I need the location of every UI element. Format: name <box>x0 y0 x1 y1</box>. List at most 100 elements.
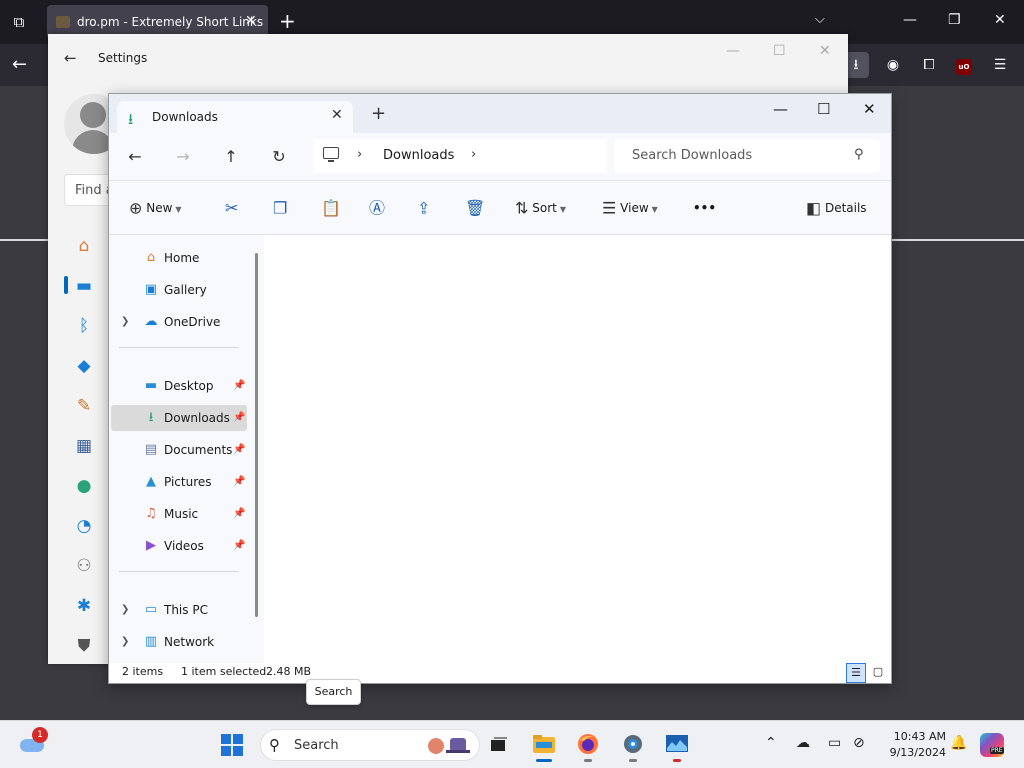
up-arrow-icon[interactable]: ↑ <box>220 146 242 168</box>
chevron-right-icon[interactable]: ❯ <box>121 629 129 655</box>
ublock-icon[interactable]: uO <box>951 52 977 78</box>
address-bar[interactable]: › Downloads › <box>313 139 607 173</box>
back-arrow-icon[interactable]: ← <box>12 54 27 75</box>
rename-button[interactable]: Ⓐ <box>369 197 385 219</box>
pin-icon[interactable]: 📌 <box>233 501 245 527</box>
delete-button[interactable]: 🗑 <box>465 197 485 219</box>
minimize-button[interactable]: — <box>903 12 917 28</box>
new-tab-button[interactable]: + <box>371 105 386 123</box>
sidebar-item-gallery[interactable]: ▣ Gallery <box>111 277 247 303</box>
paste-button[interactable]: 📋 <box>321 197 341 219</box>
refresh-icon[interactable]: ↻ <box>268 146 290 168</box>
sidebar-item-documents[interactable]: ▤ Documents 📌 <box>111 437 247 463</box>
bell-icon[interactable]: 🔔 <box>950 735 967 751</box>
apps-icon[interactable]: ▦ <box>74 436 94 456</box>
close-tab-icon[interactable]: ✕ <box>245 13 257 29</box>
personalization-icon[interactable]: ✎ <box>74 396 94 416</box>
breadcrumb-chevron-icon[interactable]: › <box>471 147 476 162</box>
task-view-icon[interactable] <box>486 731 512 757</box>
chevron-up-icon[interactable]: ⌃ <box>765 735 777 751</box>
sidebar-item-desktop[interactable]: ▬ Desktop 📌 <box>111 373 247 399</box>
start-button[interactable] <box>221 734 243 756</box>
this-pc-icon: ▭ <box>144 602 158 617</box>
firefox-icon[interactable] <box>575 731 601 762</box>
monitor-app-icon[interactable] <box>664 731 690 762</box>
file-list-area[interactable] <box>264 235 891 663</box>
new-tab-button[interactable]: + <box>279 10 296 32</box>
pin-icon[interactable]: 📌 <box>233 373 245 399</box>
taskbar-search-box[interactable]: ⚲ Search <box>260 729 480 761</box>
extensions-icon[interactable]: ⧠ <box>916 52 942 78</box>
time-language-icon[interactable]: ◔ <box>74 516 94 536</box>
forward-arrow-icon[interactable]: → <box>172 146 194 168</box>
sort-icon: ⇅ <box>515 198 529 218</box>
bluetooth-icon[interactable]: ᛒ <box>74 316 94 336</box>
new-button[interactable]: ⊕ New ▼ <box>129 197 182 219</box>
sidebar-item-music[interactable]: ♫ Music 📌 <box>111 501 247 527</box>
more-options-button[interactable]: ••• <box>693 197 716 219</box>
chevron-right-icon[interactable]: ❯ <box>121 597 129 623</box>
cut-button[interactable]: ✂ <box>225 197 238 219</box>
accounts-icon[interactable]: ● <box>74 476 94 496</box>
back-arrow-icon[interactable]: ← <box>124 146 146 168</box>
chevron-right-icon[interactable]: ❯ <box>121 309 129 335</box>
menu-icon[interactable]: ☰ <box>987 52 1013 78</box>
chevron-down-icon[interactable]: ⌵ <box>815 12 825 27</box>
minimize-button[interactable]: — <box>726 43 740 59</box>
copilot-icon[interactable]: PRE <box>980 733 1004 757</box>
copy-button[interactable]: ❐ <box>273 197 287 219</box>
sidebar-item-home[interactable]: ⌂ Home <box>111 245 247 271</box>
gaming-icon[interactable]: ⚇ <box>74 556 94 576</box>
sort-button-label: Sort <box>532 201 557 215</box>
minimize-button[interactable]: — <box>773 100 788 118</box>
view-icon: ☰ <box>602 198 617 218</box>
settings-gear-icon[interactable] <box>620 731 646 762</box>
close-window-button[interactable]: ✕ <box>994 12 1006 28</box>
share-button[interactable]: ⇪ <box>417 197 430 219</box>
sidebar-item-pictures[interactable]: ▲ Pictures 📌 <box>111 469 247 495</box>
accessibility-icon[interactable]: ✱ <box>74 596 94 616</box>
view-button[interactable]: ☰ View ▼ <box>602 197 658 219</box>
network-status-icon[interactable]: ⊘ <box>853 735 865 751</box>
pin-icon[interactable]: 📌 <box>233 469 245 495</box>
breadcrumb-chevron-icon[interactable]: › <box>357 147 362 162</box>
sidebar-item-videos[interactable]: ▶ Videos 📌 <box>111 533 247 559</box>
close-tab-icon[interactable]: ✕ <box>331 107 343 123</box>
breadcrumb[interactable]: Downloads <box>383 148 454 163</box>
details-view-icon[interactable]: ☰ <box>846 663 866 683</box>
pin-icon[interactable]: 📌 <box>233 405 245 431</box>
tab-list-icon[interactable]: ⧉ <box>8 11 30 33</box>
privacy-icon[interactable]: ⛊ <box>74 636 94 656</box>
search-placeholder: Search Downloads <box>632 148 753 163</box>
weather-widget[interactable]: 1 <box>18 727 48 753</box>
close-window-button[interactable]: ✕ <box>863 100 876 118</box>
sort-button[interactable]: ⇅ Sort ▼ <box>515 197 566 219</box>
network-icon[interactable]: ◆ <box>74 356 94 376</box>
account-icon[interactable]: ◉ <box>880 52 906 78</box>
details-button[interactable]: ◧ Details <box>806 197 867 219</box>
maximize-button[interactable]: ☐ <box>817 100 830 118</box>
maximize-button[interactable]: ☐ <box>773 43 786 59</box>
close-window-button[interactable]: ✕ <box>819 43 831 59</box>
new-button-label: New <box>146 201 173 215</box>
clock[interactable]: 10:43 AM 9/13/2024 <box>880 729 946 761</box>
desktop-icon: ▬ <box>144 378 158 393</box>
browser-tab-title: dro.pm - Extremely Short Links <box>77 15 264 29</box>
onedrive-offline-icon[interactable]: ☁ <box>796 735 810 751</box>
file-explorer-taskbar-icon[interactable] <box>531 731 557 762</box>
sidebar-item-network[interactable]: ❯ ▥ Network <box>111 629 247 655</box>
explorer-tab[interactable]: ⭳ Downloads ✕ <box>117 101 353 133</box>
sidebar-item-downloads[interactable]: ⭳ Downloads 📌 <box>111 405 247 431</box>
sidebar-scrollbar[interactable] <box>255 253 258 617</box>
restore-button[interactable]: ❐ <box>948 12 961 28</box>
search-input[interactable]: Search Downloads ⚲ <box>614 139 880 173</box>
home-icon[interactable]: ⌂ <box>74 236 94 256</box>
back-arrow-icon[interactable]: ← <box>64 49 77 67</box>
large-icons-view-icon[interactable]: ▢ <box>868 663 888 683</box>
sidebar-item-this-pc[interactable]: ❯ ▭ This PC <box>111 597 247 623</box>
pin-icon[interactable]: 📌 <box>233 533 245 559</box>
display-icon[interactable]: ▭ <box>828 735 841 751</box>
pin-icon[interactable]: 📌 <box>233 437 245 463</box>
sidebar-item-onedrive[interactable]: ❯ ☁ OneDrive <box>111 309 247 335</box>
system-icon[interactable]: ▬ <box>74 276 94 296</box>
